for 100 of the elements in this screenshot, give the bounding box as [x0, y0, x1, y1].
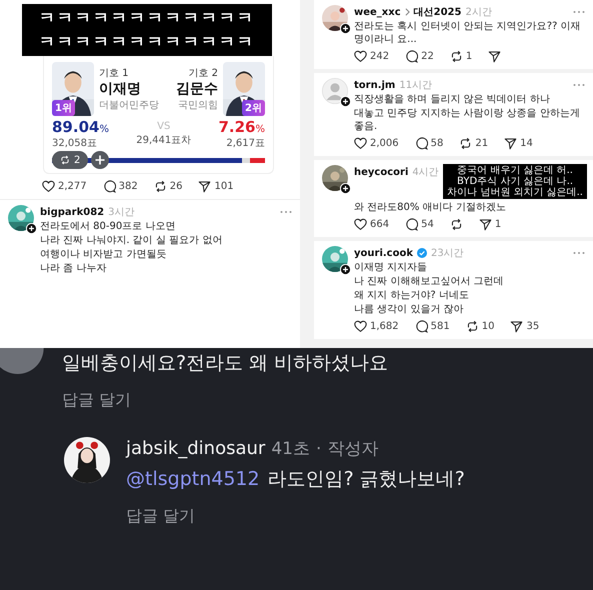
party-name: 국민의힘 [178, 99, 218, 112]
comment-icon[interactable] [102, 180, 116, 193]
count-text: 22 [421, 51, 434, 62]
rank-badge: 2위 [242, 100, 265, 116]
more-icon[interactable] [573, 83, 585, 87]
username[interactable]: heycocori [354, 166, 408, 178]
comment-icon[interactable] [405, 50, 418, 63]
separator-dot: · [316, 439, 322, 459]
overlay-text: ㅋㅋㅋㅋㅋㅋㅋㅋㅋㅋㅋㅋ [39, 8, 255, 28]
share-icon[interactable] [510, 320, 524, 333]
vote-count: 2,617표 [226, 138, 265, 149]
repost-icon[interactable] [450, 50, 463, 63]
post-time: 4시간 [412, 166, 439, 179]
author-label: 작성자 [327, 438, 378, 460]
chevron-icon [404, 8, 410, 16]
reply-link[interactable]: 답글 달기 [62, 390, 132, 411]
vote-count: 32,058표 [52, 138, 98, 149]
count-text: 101 [214, 181, 234, 192]
follow-plus-icon[interactable] [340, 96, 351, 107]
post-time: 2시간 [465, 6, 492, 19]
count-text: 581 [430, 321, 450, 332]
count-text: 26 [170, 181, 182, 192]
vs-label: VS [157, 120, 170, 134]
vote-percentage: 7.26% [218, 119, 265, 138]
post-text: 나라 진짜 나눠야지. 같이 실 필요가 없어 [40, 234, 224, 247]
overlay-text: ㅋㅋㅋㅋㅋㅋㅋㅋㅋㅋㅋㅋ [39, 32, 255, 52]
comment-icon[interactable] [405, 218, 418, 231]
more-icon[interactable] [573, 10, 585, 14]
party-name: 더불어민주당 [99, 99, 159, 112]
reply-link[interactable]: 답글 달기 [126, 506, 196, 527]
post-text: 와 전라도80% 애비다 기절하겠노 [354, 201, 507, 214]
count-text: 21 [475, 138, 488, 149]
repost-icon[interactable] [459, 137, 472, 150]
heart-icon[interactable] [354, 50, 367, 63]
caption-text: BYD주식 사기 싫은데 나.. [457, 176, 574, 187]
username[interactable]: wee_xxc [354, 6, 401, 18]
count-text: 2,277 [58, 181, 87, 192]
more-icon[interactable] [573, 251, 585, 255]
count-text: 1 [494, 219, 502, 230]
repost-icon[interactable] [450, 218, 463, 231]
mention-link[interactable]: @tlsgptn4512 [126, 468, 260, 490]
default-avatar-icon [322, 78, 348, 104]
count-text: 664 [370, 219, 390, 230]
repost-icon[interactable] [154, 180, 167, 193]
rank-badge: 1위 [52, 100, 75, 116]
caption-text: 차이나 넘버원 외치기 싫은데.. [447, 187, 583, 198]
count-text: 382 [118, 181, 138, 192]
reply-time: 41초 [271, 438, 310, 460]
share-icon[interactable] [504, 137, 518, 150]
post-time: 23시간 [430, 247, 464, 260]
vote-margin: 29,441표차 [136, 135, 192, 146]
share-icon[interactable] [478, 218, 492, 231]
count-text: 35 [526, 321, 540, 332]
repost-icon[interactable] [466, 320, 479, 333]
caption-text: 중국어 배우기 싫은데 허.. [457, 165, 573, 176]
channel-name[interactable]: 대선2025 [414, 5, 462, 19]
post-text: 이재명 지지자들 [354, 261, 428, 274]
add-button-icon[interactable] [91, 151, 110, 169]
follow-plus-icon[interactable] [26, 223, 37, 234]
post-text: 여행이나 비자받고 가면될듯 [40, 248, 168, 261]
username[interactable]: youri.cook [354, 248, 413, 258]
heart-icon[interactable] [354, 218, 367, 231]
username[interactable]: torn.jm [354, 80, 396, 90]
post-text: 왜 지지 하는거야? 너네도 [354, 289, 470, 302]
comment-icon[interactable] [414, 137, 428, 150]
share-icon[interactable] [488, 50, 502, 63]
candidate-number: 기호 2 [188, 67, 218, 80]
repost-icon [60, 155, 70, 165]
avatar-icon [0, 348, 44, 374]
count-text: 58 [430, 138, 444, 149]
candidate-number: 기호 1 [99, 67, 130, 80]
heart-icon[interactable] [42, 180, 55, 193]
username[interactable]: jabsik_dinosaur [126, 438, 266, 459]
share-icon[interactable] [198, 180, 212, 193]
post-time: 11시간 [399, 79, 432, 92]
heart-icon[interactable] [354, 320, 367, 333]
candidate-name: 김문수 [176, 80, 218, 98]
post-text: 나라 좀 나누자 [40, 262, 108, 275]
post-text: 나 진짜 이해해보고싶어서 그런데 [354, 275, 505, 288]
post-text: 나름 생각이 있을거 잖아 [354, 303, 465, 316]
comment-icon[interactable] [414, 320, 428, 333]
post-text: 전라도는 혹시 인터넷이 안되는 지역인가요?? 이재명이라니 요... [354, 20, 582, 46]
post-text: 직장생활을 하며 들리지 않은 빅데이터 하나 [354, 93, 551, 106]
post-time: 3시간 [108, 206, 134, 219]
count-text: 2,006 [370, 138, 399, 149]
repost-count-button[interactable]: 2 [52, 151, 88, 169]
username[interactable]: bigpark082 [40, 206, 104, 218]
reply-text: 라도인임? 긁혔나보네? [268, 467, 465, 492]
count-text: 242 [370, 51, 390, 62]
candidate-name: 이재명 [99, 80, 142, 98]
count-text: 14 [520, 138, 533, 149]
heart-icon[interactable] [354, 137, 367, 150]
count-text: 1 [466, 51, 472, 62]
more-icon[interactable] [280, 210, 292, 214]
post-text: 대놓고 민주당 지지하는 사람이랑 상종을 안하는게 좋음. [354, 107, 581, 133]
count-text: 1,682 [370, 321, 399, 332]
follow-plus-icon[interactable] [340, 264, 351, 275]
count-text: 10 [482, 321, 494, 332]
follow-plus-icon[interactable] [340, 183, 351, 194]
follow-plus-icon[interactable] [340, 23, 351, 34]
